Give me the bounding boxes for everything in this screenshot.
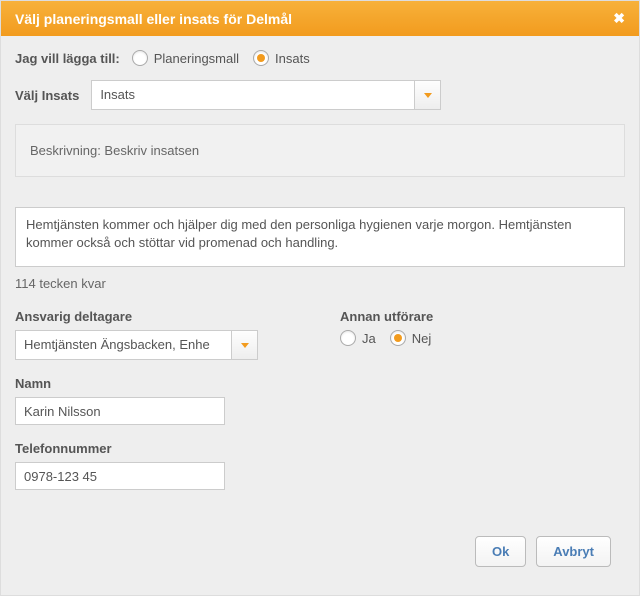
radio-planeringsmall[interactable]: Planeringsmall [132,50,239,66]
radio-icon [253,50,269,66]
radio-label: Insats [275,51,310,66]
description-textarea[interactable] [15,207,625,267]
radio-label: Nej [412,331,432,346]
responsible-select[interactable]: Hemtjänsten Ängsbacken, Enhe [15,330,300,360]
select-insats-value: Insats [91,80,415,110]
radio-icon [390,330,406,346]
select-insats-toggle[interactable] [415,80,441,110]
other-performer-field: Annan utförare Ja Nej [340,309,625,346]
two-column-section: Ansvarig deltagare Hemtjänsten Ängsbacke… [15,309,625,506]
radio-other-no[interactable]: Nej [390,330,432,346]
dialog-body: Jag vill lägga till: Planeringsmall Insa… [1,36,639,595]
close-icon[interactable]: ✖ [613,10,625,27]
radio-label: Ja [362,331,376,346]
dialog: Välj planeringsmall eller insats för Del… [0,0,640,596]
dialog-header: Välj planeringsmall eller insats för Del… [1,1,639,36]
phone-label: Telefonnummer [15,441,300,456]
description-box: Beskrivning: Beskriv insatsen [15,124,625,177]
name-input[interactable] [15,397,225,425]
responsible-toggle[interactable] [232,330,258,360]
ok-button[interactable]: Ok [475,536,526,567]
dialog-title: Välj planeringsmall eller insats för Del… [15,11,292,27]
add-type-row: Jag vill lägga till: Planeringsmall Insa… [15,50,625,66]
col-left: Ansvarig deltagare Hemtjänsten Ängsbacke… [15,309,300,506]
name-label: Namn [15,376,300,391]
responsible-field: Ansvarig deltagare Hemtjänsten Ängsbacke… [15,309,300,360]
add-type-label: Jag vill lägga till: [15,51,120,66]
radio-icon [132,50,148,66]
col-right: Annan utförare Ja Nej [340,309,625,506]
select-insats-label: Välj Insats [15,88,79,103]
name-field: Namn [15,376,300,425]
cancel-button[interactable]: Avbryt [536,536,611,567]
chevron-down-icon [241,343,249,348]
other-performer-label: Annan utförare [340,309,625,324]
radio-other-yes[interactable]: Ja [340,330,376,346]
responsible-value: Hemtjänsten Ängsbacken, Enhe [15,330,232,360]
radio-label: Planeringsmall [154,51,239,66]
char-count: 114 tecken kvar [15,276,625,291]
phone-field: Telefonnummer [15,441,300,490]
responsible-label: Ansvarig deltagare [15,309,300,324]
chevron-down-icon [424,93,432,98]
select-insats-row: Välj Insats Insats [15,80,625,110]
phone-input[interactable] [15,462,225,490]
select-insats[interactable]: Insats [91,80,441,110]
dialog-footer: Ok Avbryt [15,536,625,581]
radio-insats[interactable]: Insats [253,50,310,66]
radio-icon [340,330,356,346]
